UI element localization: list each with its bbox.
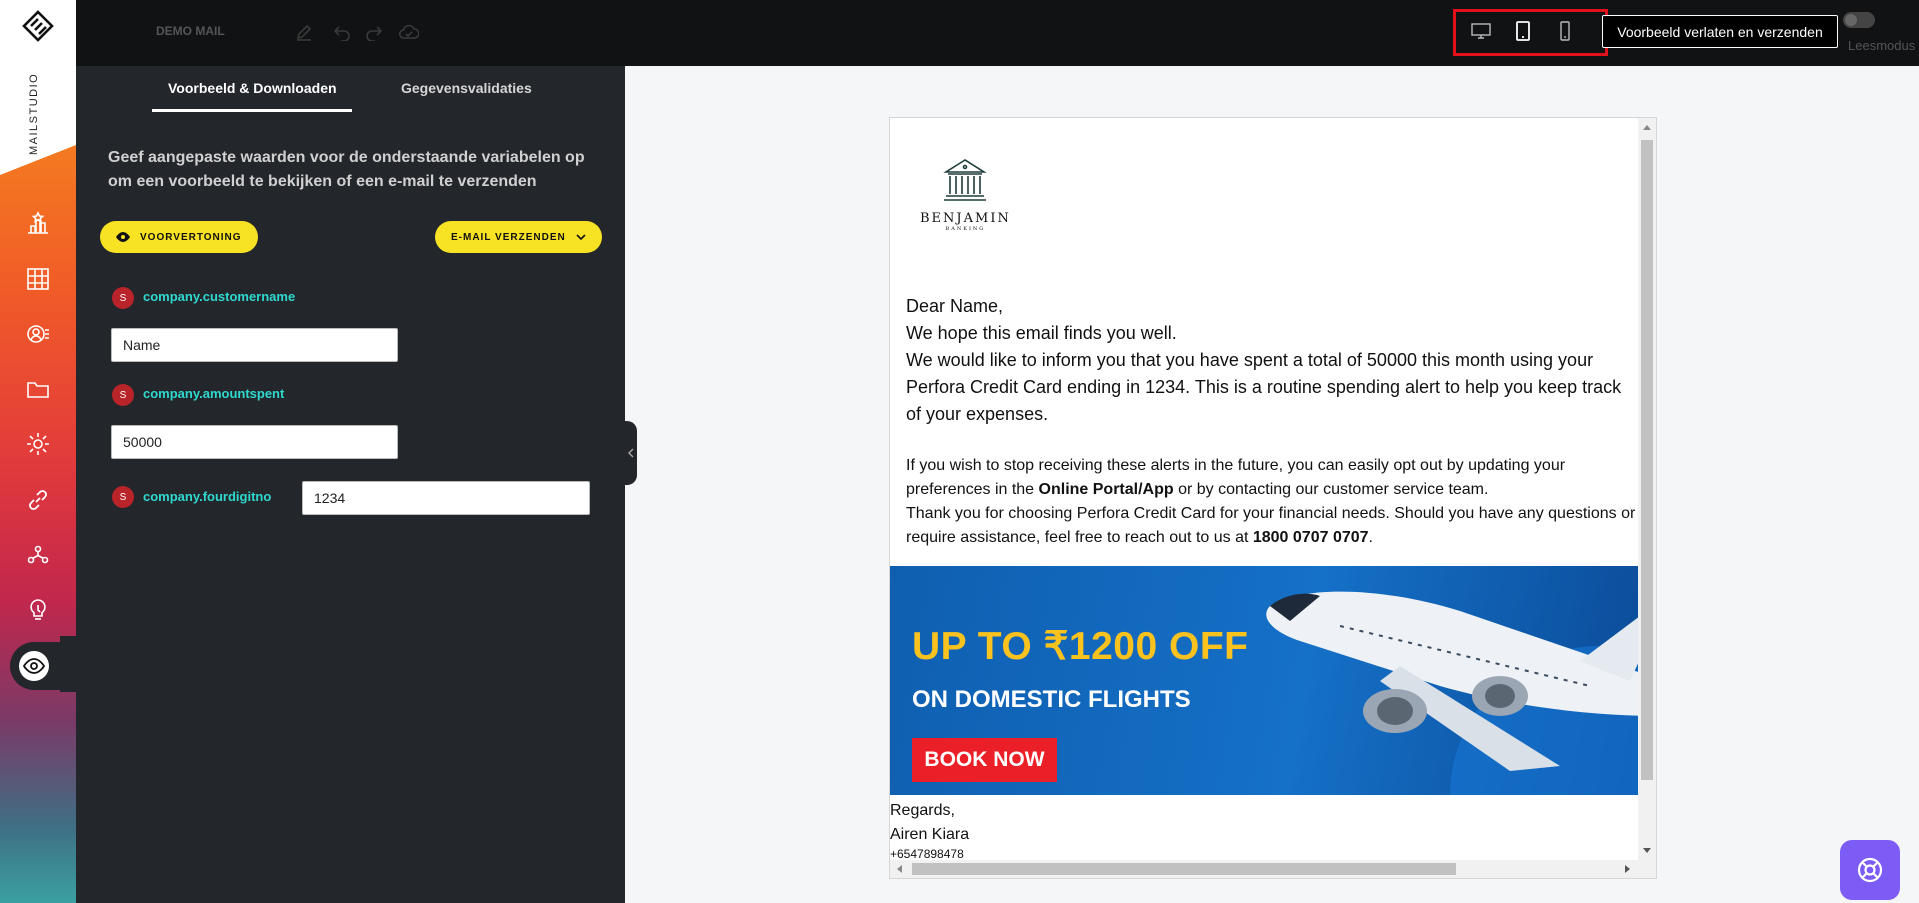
- chevron-left-icon: [628, 448, 634, 458]
- mobile-device-icon[interactable]: [1552, 18, 1578, 44]
- airplane-image: [1266, 591, 1640, 771]
- body-line: We would like to inform you that you hav…: [906, 350, 1594, 370]
- panel-description: Geef aangepaste waarden voor de ondersta…: [108, 149, 585, 190]
- book-now-button[interactable]: BOOK NOW: [912, 738, 1057, 782]
- link-icon[interactable]: [24, 486, 52, 514]
- bank-logo: BENJAMIN BANKING: [920, 158, 1011, 232]
- exit-preview-send-button[interactable]: Voorbeeld verlaten en verzenden: [1602, 15, 1838, 48]
- fourdigitno-input[interactable]: [302, 481, 590, 515]
- string-type-badge: S: [112, 287, 134, 309]
- customername-input[interactable]: [111, 328, 398, 362]
- greeting: Dear Name,: [906, 296, 1004, 316]
- top-bar: DEMO MAIL Voorbeeld verlaten en verzende…: [76, 0, 1919, 66]
- body-line: preferences in the Online Portal/App or …: [906, 481, 1489, 498]
- signer-phone: +6547898478: [890, 847, 964, 861]
- regards-text: Regards,: [890, 802, 955, 819]
- ideas-icon[interactable]: [24, 596, 52, 624]
- scroll-down-arrow-icon[interactable]: [1643, 848, 1651, 854]
- tablet-device-icon[interactable]: [1510, 18, 1536, 44]
- vertical-scroll-thumb[interactable]: [1641, 140, 1653, 780]
- body-line: of your expenses.: [906, 404, 1049, 424]
- undo-icon[interactable]: [330, 20, 354, 44]
- mailstudio-logo-icon[interactable]: [22, 10, 54, 42]
- email-preview-frame[interactable]: BENJAMIN BANKING Dear Name, We hope this…: [889, 117, 1657, 879]
- mail-title: DEMO MAIL: [156, 24, 225, 38]
- cloud-save-icon[interactable]: [397, 20, 421, 44]
- integrations-icon[interactable]: [24, 540, 52, 568]
- body-line: Thank you for choosing Perfora Credit Ca…: [906, 505, 1636, 522]
- banner-subheadline: ON DOMESTIC FLIGHTS: [912, 686, 1191, 713]
- chevron-down-icon: [576, 234, 586, 241]
- string-type-badge: S: [112, 384, 134, 406]
- portal-link-text: Online Portal/App: [1038, 481, 1174, 498]
- bank-subtitle: BANKING: [945, 226, 986, 232]
- help-support-button[interactable]: [1840, 840, 1900, 900]
- scroll-right-arrow-icon[interactable]: [1625, 865, 1631, 873]
- send-email-button-label: E-MAIL VERZENDEN: [451, 231, 566, 243]
- signer-name: Airen Kiara: [890, 826, 970, 843]
- email-content: BENJAMIN BANKING Dear Name, We hope this…: [890, 118, 1640, 862]
- scroll-up-arrow-icon[interactable]: [1643, 124, 1651, 130]
- folder-icon[interactable]: [24, 375, 52, 403]
- edit-pencil-icon[interactable]: [292, 20, 316, 44]
- collapse-panel-button[interactable]: [625, 421, 637, 485]
- flight-offer-banner[interactable]: UP TO ₹1200 OFF ON DOMESTIC FLIGHTS BOOK…: [890, 566, 1640, 795]
- lifebuoy-icon: [1857, 857, 1883, 883]
- banner-headline: UP TO ₹1200 OFF: [912, 625, 1249, 668]
- audience-icon[interactable]: [24, 320, 52, 348]
- tab-data-validations[interactable]: Gegevensvalidaties: [401, 80, 532, 96]
- string-type-badge: S: [112, 486, 134, 508]
- settings-icon[interactable]: [24, 430, 52, 458]
- vertical-scrollbar[interactable]: [1638, 118, 1656, 861]
- support-phone: 1800 0707 0707: [1252, 529, 1369, 546]
- ranking-icon[interactable]: [24, 210, 52, 238]
- variable-name-customername: company.customername: [143, 289, 296, 304]
- bank-building-icon: [943, 159, 988, 201]
- horizontal-scrollbar[interactable]: [890, 860, 1656, 878]
- preview-eye-icon: [19, 651, 49, 681]
- eye-icon: [116, 232, 130, 242]
- active-tab-indicator: [152, 109, 352, 112]
- variable-name-fourdigitno: company.fourdigitno: [143, 489, 272, 504]
- send-email-button[interactable]: E-MAIL VERZENDEN: [435, 221, 602, 253]
- preview-button-label: VOORVERTONING: [140, 231, 242, 243]
- scroll-left-arrow-icon[interactable]: [896, 865, 902, 873]
- email-body-secondary: If you wish to stop receiving these aler…: [906, 454, 1640, 550]
- body-line: require assistance, feel free to reach o…: [906, 529, 1373, 546]
- desktop-device-icon[interactable]: [1468, 18, 1494, 44]
- variables-panel: Voorbeeld & Downloaden Gegevensvalidatie…: [76, 66, 625, 903]
- body-line: We hope this email finds you well.: [906, 323, 1177, 343]
- analytics-icon[interactable]: [24, 265, 52, 293]
- body-line: Perfora Credit Card ending in 1234. This…: [906, 377, 1622, 397]
- bank-name: BENJAMIN: [920, 211, 1011, 226]
- rail-gradient: [0, 145, 76, 903]
- tab-preview-download[interactable]: Voorbeeld & Downloaden: [168, 80, 337, 96]
- redo-icon[interactable]: [362, 20, 386, 44]
- variable-name-amountspent: company.amountspent: [143, 386, 285, 401]
- reading-mode-label: Leesmodus: [1848, 38, 1916, 53]
- app-rail: MAILSTUDIO: [0, 0, 76, 903]
- reading-mode-toggle[interactable]: [1843, 12, 1875, 28]
- amountspent-input[interactable]: [111, 425, 398, 459]
- email-signature: Regards, Airen Kiara +6547898478: [890, 799, 969, 861]
- preview-button[interactable]: VOORVERTONING: [100, 221, 258, 253]
- horizontal-scroll-thumb[interactable]: [912, 863, 1456, 875]
- rail-item-preview[interactable]: [10, 642, 76, 690]
- brand-label: MAILSTUDIO: [28, 72, 40, 155]
- email-body-main: Dear Name, We hope this email finds you …: [906, 293, 1640, 428]
- body-line: If you wish to stop receiving these aler…: [906, 457, 1566, 474]
